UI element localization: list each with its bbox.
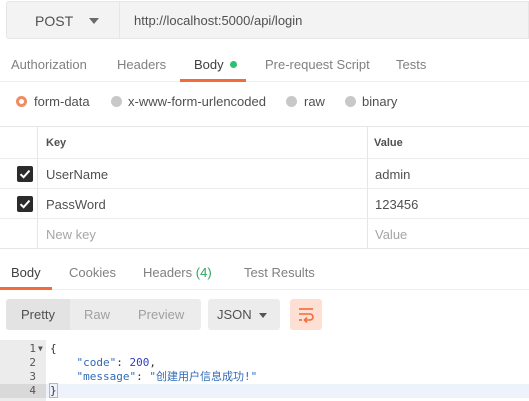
tab-body-label: Body [194,57,224,72]
row-checkbox[interactable] [17,196,33,212]
tab-tests[interactable]: Tests [396,57,426,72]
view-mode-group: Pretty Raw Preview [6,299,201,330]
chevron-down-icon [89,18,99,24]
method-select[interactable]: POST [6,1,120,39]
new-value-input[interactable]: Value [375,227,407,242]
url-bar: POST http://localhost:5000/api/login [0,0,529,42]
line-number: 1 [29,342,36,355]
closing-brace: } [49,383,58,398]
json-number-value: 200 [129,356,150,369]
view-pretty-button[interactable]: Pretty [21,307,55,322]
radio-label-form-data[interactable]: form-data [34,94,90,109]
key-column-header: Key [46,137,67,149]
table-row: PassWord 123456 [0,189,529,219]
radio-binary[interactable] [345,96,356,107]
line-number: 2 [29,356,36,369]
headers-count-badge: (4) [195,265,212,280]
response-toolbar: Pretty Raw Preview JSON [0,299,529,331]
view-preview-button[interactable]: Preview [138,307,184,322]
code-line: 1 ▼ { [0,342,529,356]
param-value[interactable]: admin [375,167,410,182]
row-checkbox[interactable] [17,166,33,182]
new-key-input[interactable]: New key [46,227,96,242]
params-table: Key Value UserName admin PassWord 123456… [0,126,529,249]
code-line-current: 4 } [0,383,529,398]
method-label: POST [35,13,74,29]
fold-arrow-icon[interactable]: ▼ [38,342,43,356]
param-key[interactable]: PassWord [46,197,106,212]
checkmark-icon [19,169,31,179]
tab-authorization[interactable]: Authorization [11,57,87,72]
radio-raw[interactable] [286,96,297,107]
response-tab-cookies[interactable]: Cookies [69,265,116,280]
code-text: "code": 200, [76,356,157,369]
code-text: { [50,342,57,355]
line-number: 3 [29,370,36,383]
code-line: 2 "code": 200, [0,356,529,370]
code-line: 3 "message": "创建用户信息成功!" [0,370,529,384]
format-label: JSON [217,307,252,322]
json-key: "message" [76,370,137,383]
line-number: 4 [29,384,36,397]
url-input[interactable]: http://localhost:5000/api/login [120,1,529,39]
view-raw-button[interactable]: Raw [84,307,110,322]
radio-urlencoded[interactable] [111,96,122,107]
table-header-row: Key Value [0,127,529,159]
table-row: UserName admin [0,159,529,189]
json-key: "code" [76,356,117,369]
response-tab-headers-label: Headers [143,265,193,280]
request-tabs: Authorization Headers Body Pre-request S… [0,48,529,82]
radio-label-urlencoded[interactable]: x-www-form-urlencoded [128,94,266,109]
response-tabs: Body Cookies Headers (4) Test Results [0,256,529,290]
response-tab-test-results[interactable]: Test Results [244,265,315,280]
body-type-radios: form-data x-www-form-urlencoded raw bina… [0,88,529,116]
url-text: http://localhost:5000/api/login [134,13,303,28]
json-string-value: "创建用户信息成功!" [149,370,258,383]
tab-headers[interactable]: Headers [117,57,166,72]
wrap-lines-icon [299,308,314,323]
code-text: } [49,383,58,398]
body-indicator-dot-icon [229,61,237,68]
tab-pre-request-script[interactable]: Pre-request Script [265,57,370,72]
wrap-lines-button[interactable] [290,299,322,330]
param-value[interactable]: 123456 [375,197,418,212]
radio-label-binary[interactable]: binary [362,94,397,109]
format-select[interactable]: JSON [208,299,280,330]
active-tab-indicator [180,79,246,82]
response-tab-headers[interactable]: Headers (4) [143,265,212,280]
radio-form-data[interactable] [16,96,27,107]
active-response-tab-indicator [0,287,52,290]
chevron-down-icon [259,313,267,318]
response-tab-body[interactable]: Body [11,265,41,280]
value-column-header: Value [374,137,403,149]
text-cursor [56,384,58,396]
response-body-editor[interactable]: 1 ▼ { 2 "code": 200, 3 "message": "创建用户信… [0,340,529,401]
param-key[interactable]: UserName [46,167,108,182]
checkmark-icon [19,199,31,209]
tab-body[interactable]: Body [194,57,237,72]
code-text: "message": "创建用户信息成功!" [76,370,258,383]
new-param-row: New key Value [0,219,529,249]
radio-label-raw[interactable]: raw [304,94,325,109]
